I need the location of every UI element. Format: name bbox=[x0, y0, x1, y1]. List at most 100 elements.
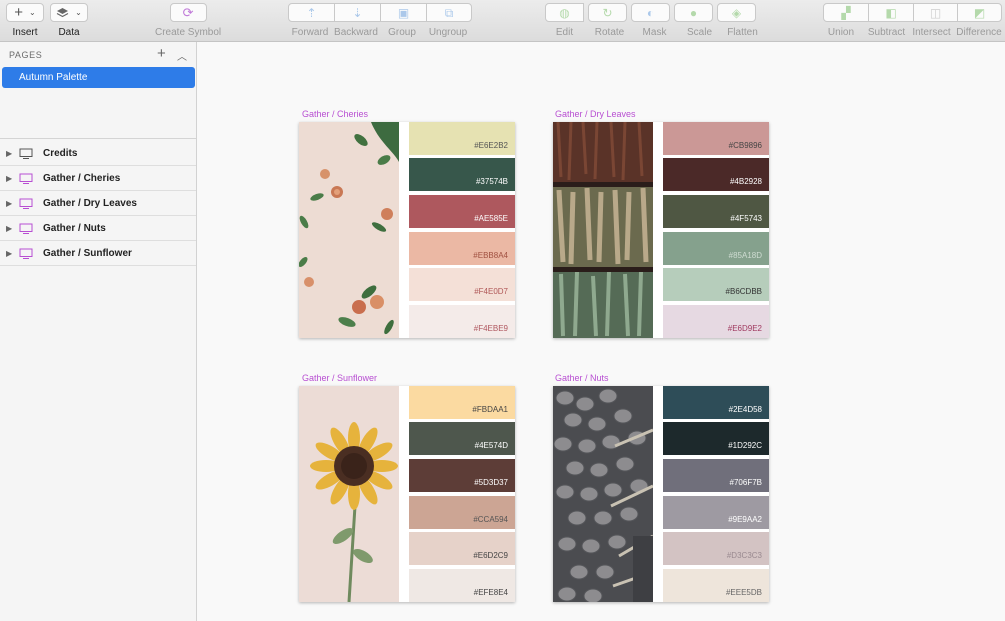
group-button[interactable]: ▣ bbox=[380, 3, 427, 22]
artboard-nuts[interactable]: #2E4D58 #1D292C #706F7B #9E9AA2 #D3C3C3 … bbox=[553, 386, 769, 602]
mask-button[interactable]: ◐ bbox=[631, 3, 670, 22]
swatch-hex: #1D292C bbox=[728, 441, 762, 450]
artboard-sunflower[interactable]: #FBDAA1 #4E574D #5D3D37 #CCA594 #E6D2C9 … bbox=[299, 386, 515, 602]
edit-label: Edit bbox=[555, 27, 574, 38]
swatch[interactable]: #85A18D bbox=[663, 232, 769, 265]
send-backward-icon: ⇣ bbox=[352, 5, 363, 20]
artboard-title-dry-leaves[interactable]: Gather / Dry Leaves bbox=[555, 109, 636, 119]
create-symbol-label: Create Symbol bbox=[155, 27, 222, 38]
insert-tool[interactable]: + ⌄ Insert bbox=[6, 3, 44, 38]
swatch[interactable]: #CB9896 bbox=[663, 122, 769, 155]
layer-gather-cheries[interactable]: ▶ Gather / Cheries bbox=[0, 166, 196, 191]
add-page-icon[interactable]: + bbox=[157, 45, 166, 62]
disclosure-arrow-icon[interactable]: ▶ bbox=[6, 249, 14, 258]
edit-tools-group: ◍ ↻ ◐ ● ◈ bbox=[545, 3, 756, 22]
disclosure-arrow-icon[interactable]: ▶ bbox=[6, 199, 14, 208]
swatch-hex: #EFE8E4 bbox=[473, 588, 508, 597]
dry-leaves-photo bbox=[553, 122, 653, 338]
swatch-hex: #CB9896 bbox=[728, 141, 762, 150]
swatch[interactable]: #E6E2B2 bbox=[409, 122, 515, 155]
symbol-artboard-icon bbox=[19, 222, 33, 234]
disclosure-arrow-icon[interactable]: ▶ bbox=[6, 174, 14, 183]
swatch[interactable]: #5D3D37 bbox=[409, 459, 515, 492]
data-tool[interactable]: ⌄ Data bbox=[50, 3, 88, 38]
swatch[interactable]: #EBB8A4 bbox=[409, 232, 515, 265]
rotate-button[interactable]: ↻ bbox=[588, 3, 627, 22]
edit-icon: ◍ bbox=[559, 5, 570, 20]
difference-label: Difference bbox=[956, 27, 1002, 38]
swatch[interactable]: #37574B bbox=[409, 158, 515, 191]
disclosure-arrow-icon[interactable]: ▶ bbox=[6, 149, 14, 158]
sunflower-photo bbox=[299, 386, 399, 602]
swatch[interactable]: #EFE8E4 bbox=[409, 569, 515, 602]
layer-name: Gather / Nuts bbox=[43, 222, 106, 234]
swatch[interactable]: #E6D2C9 bbox=[409, 532, 515, 565]
data-button[interactable]: ⌄ bbox=[50, 3, 88, 22]
layer-gather-nuts[interactable]: ▶ Gather / Nuts bbox=[0, 216, 196, 241]
photo-credit-strip bbox=[399, 122, 409, 338]
swatch[interactable]: #F4E0D7 bbox=[409, 268, 515, 301]
artboard-title-nuts[interactable]: Gather / Nuts bbox=[555, 373, 609, 383]
swatch[interactable]: #706F7B bbox=[663, 459, 769, 492]
symbol-sync-icon: ⟳ bbox=[182, 5, 194, 20]
swatch[interactable]: #F4EBE9 bbox=[409, 305, 515, 338]
layer-name: Credits bbox=[43, 147, 78, 159]
swatch-hex: #EBB8A4 bbox=[473, 251, 508, 260]
arrange-labels: Forward Backward Group Ungroup bbox=[287, 27, 471, 38]
swatch[interactable]: #4B2928 bbox=[663, 158, 769, 191]
union-button[interactable]: ▞ bbox=[823, 3, 869, 22]
disclosure-arrow-icon[interactable]: ▶ bbox=[6, 224, 14, 233]
swatch[interactable]: #1D292C bbox=[663, 422, 769, 455]
artboard-cheries[interactable]: #E6E2B2 #37574B #AE585E #EBB8A4 #F4E0D7 … bbox=[299, 122, 515, 338]
layer-gather-sunflower[interactable]: ▶ Gather / Sunflower bbox=[0, 241, 196, 266]
swatch-hex: #E6D2C9 bbox=[473, 551, 508, 560]
create-symbol-button[interactable]: ⟳ bbox=[169, 3, 207, 22]
sidebar: PAGES + ︿ Autumn Palette ▶ Credits ▶ Gat… bbox=[0, 42, 197, 621]
swatch[interactable]: #FBDAA1 bbox=[409, 386, 515, 419]
layer-gather-dry-leaves[interactable]: ▶ Gather / Dry Leaves bbox=[0, 191, 196, 216]
layer-name: Gather / Cheries bbox=[43, 172, 121, 184]
insert-label: Insert bbox=[12, 27, 38, 38]
subtract-button[interactable]: ◧ bbox=[868, 3, 914, 22]
artboard-dry-leaves[interactable]: #CB9896 #4B2928 #4F5743 #85A18D #B6CDBB … bbox=[553, 122, 769, 338]
layer-name: Gather / Dry Leaves bbox=[43, 197, 137, 209]
ungroup-icon: ⧉ bbox=[444, 5, 454, 20]
swatch-hex: #E6D9E2 bbox=[727, 324, 762, 333]
backward-button[interactable]: ⇣ bbox=[334, 3, 381, 22]
swatch[interactable]: #4F5743 bbox=[663, 195, 769, 228]
swatch[interactable]: #B6CDBB bbox=[663, 268, 769, 301]
arrange-group: ⇡ ⇣ ▣ ⧉ bbox=[288, 3, 472, 22]
swatch-hex: #AE585E bbox=[474, 214, 508, 223]
flatten-button[interactable]: ◈ bbox=[717, 3, 756, 22]
photo-credit-strip bbox=[399, 386, 409, 602]
collapse-pages-icon[interactable]: ︿ bbox=[177, 48, 187, 63]
forward-button[interactable]: ⇡ bbox=[288, 3, 335, 22]
photo-credit-strip bbox=[653, 122, 663, 338]
swatch[interactable]: #CCA594 bbox=[409, 496, 515, 529]
swatch[interactable]: #2E4D58 bbox=[663, 386, 769, 419]
page-item-autumn-palette[interactable]: Autumn Palette bbox=[2, 67, 195, 88]
ungroup-button[interactable]: ⧉ bbox=[426, 3, 472, 22]
create-symbol-tool[interactable]: ⟳ Create Symbol bbox=[155, 3, 221, 38]
swatch[interactable]: #E6D9E2 bbox=[663, 305, 769, 338]
swatch[interactable]: #4E574D bbox=[409, 422, 515, 455]
symbol-artboard-icon bbox=[19, 247, 33, 259]
difference-button[interactable]: ◩ bbox=[957, 3, 1002, 22]
artboard-title-cheries[interactable]: Gather / Cheries bbox=[302, 109, 368, 119]
flatten-icon: ◈ bbox=[731, 5, 742, 20]
swatch[interactable]: #EEE5DB bbox=[663, 569, 769, 602]
intersect-button[interactable]: ◫ bbox=[913, 3, 958, 22]
insert-button[interactable]: + ⌄ bbox=[6, 3, 44, 22]
canvas[interactable]: Gather / Cheries #E6E2B2 #37574B #AE585E… bbox=[198, 42, 1005, 621]
symbol-artboard-icon bbox=[19, 197, 33, 209]
layer-credits[interactable]: ▶ Credits bbox=[0, 141, 196, 166]
group-label: Group bbox=[388, 27, 416, 38]
swatch[interactable]: #9E9AA2 bbox=[663, 496, 769, 529]
mask-label: Mask bbox=[642, 27, 667, 38]
swatch[interactable]: #D3C3C3 bbox=[663, 532, 769, 565]
edit-button[interactable]: ◍ bbox=[545, 3, 584, 22]
scale-button[interactable]: ● bbox=[674, 3, 713, 22]
swatch-hex: #4B2928 bbox=[729, 177, 762, 186]
artboard-title-sunflower[interactable]: Gather / Sunflower bbox=[302, 373, 377, 383]
swatch[interactable]: #AE585E bbox=[409, 195, 515, 228]
